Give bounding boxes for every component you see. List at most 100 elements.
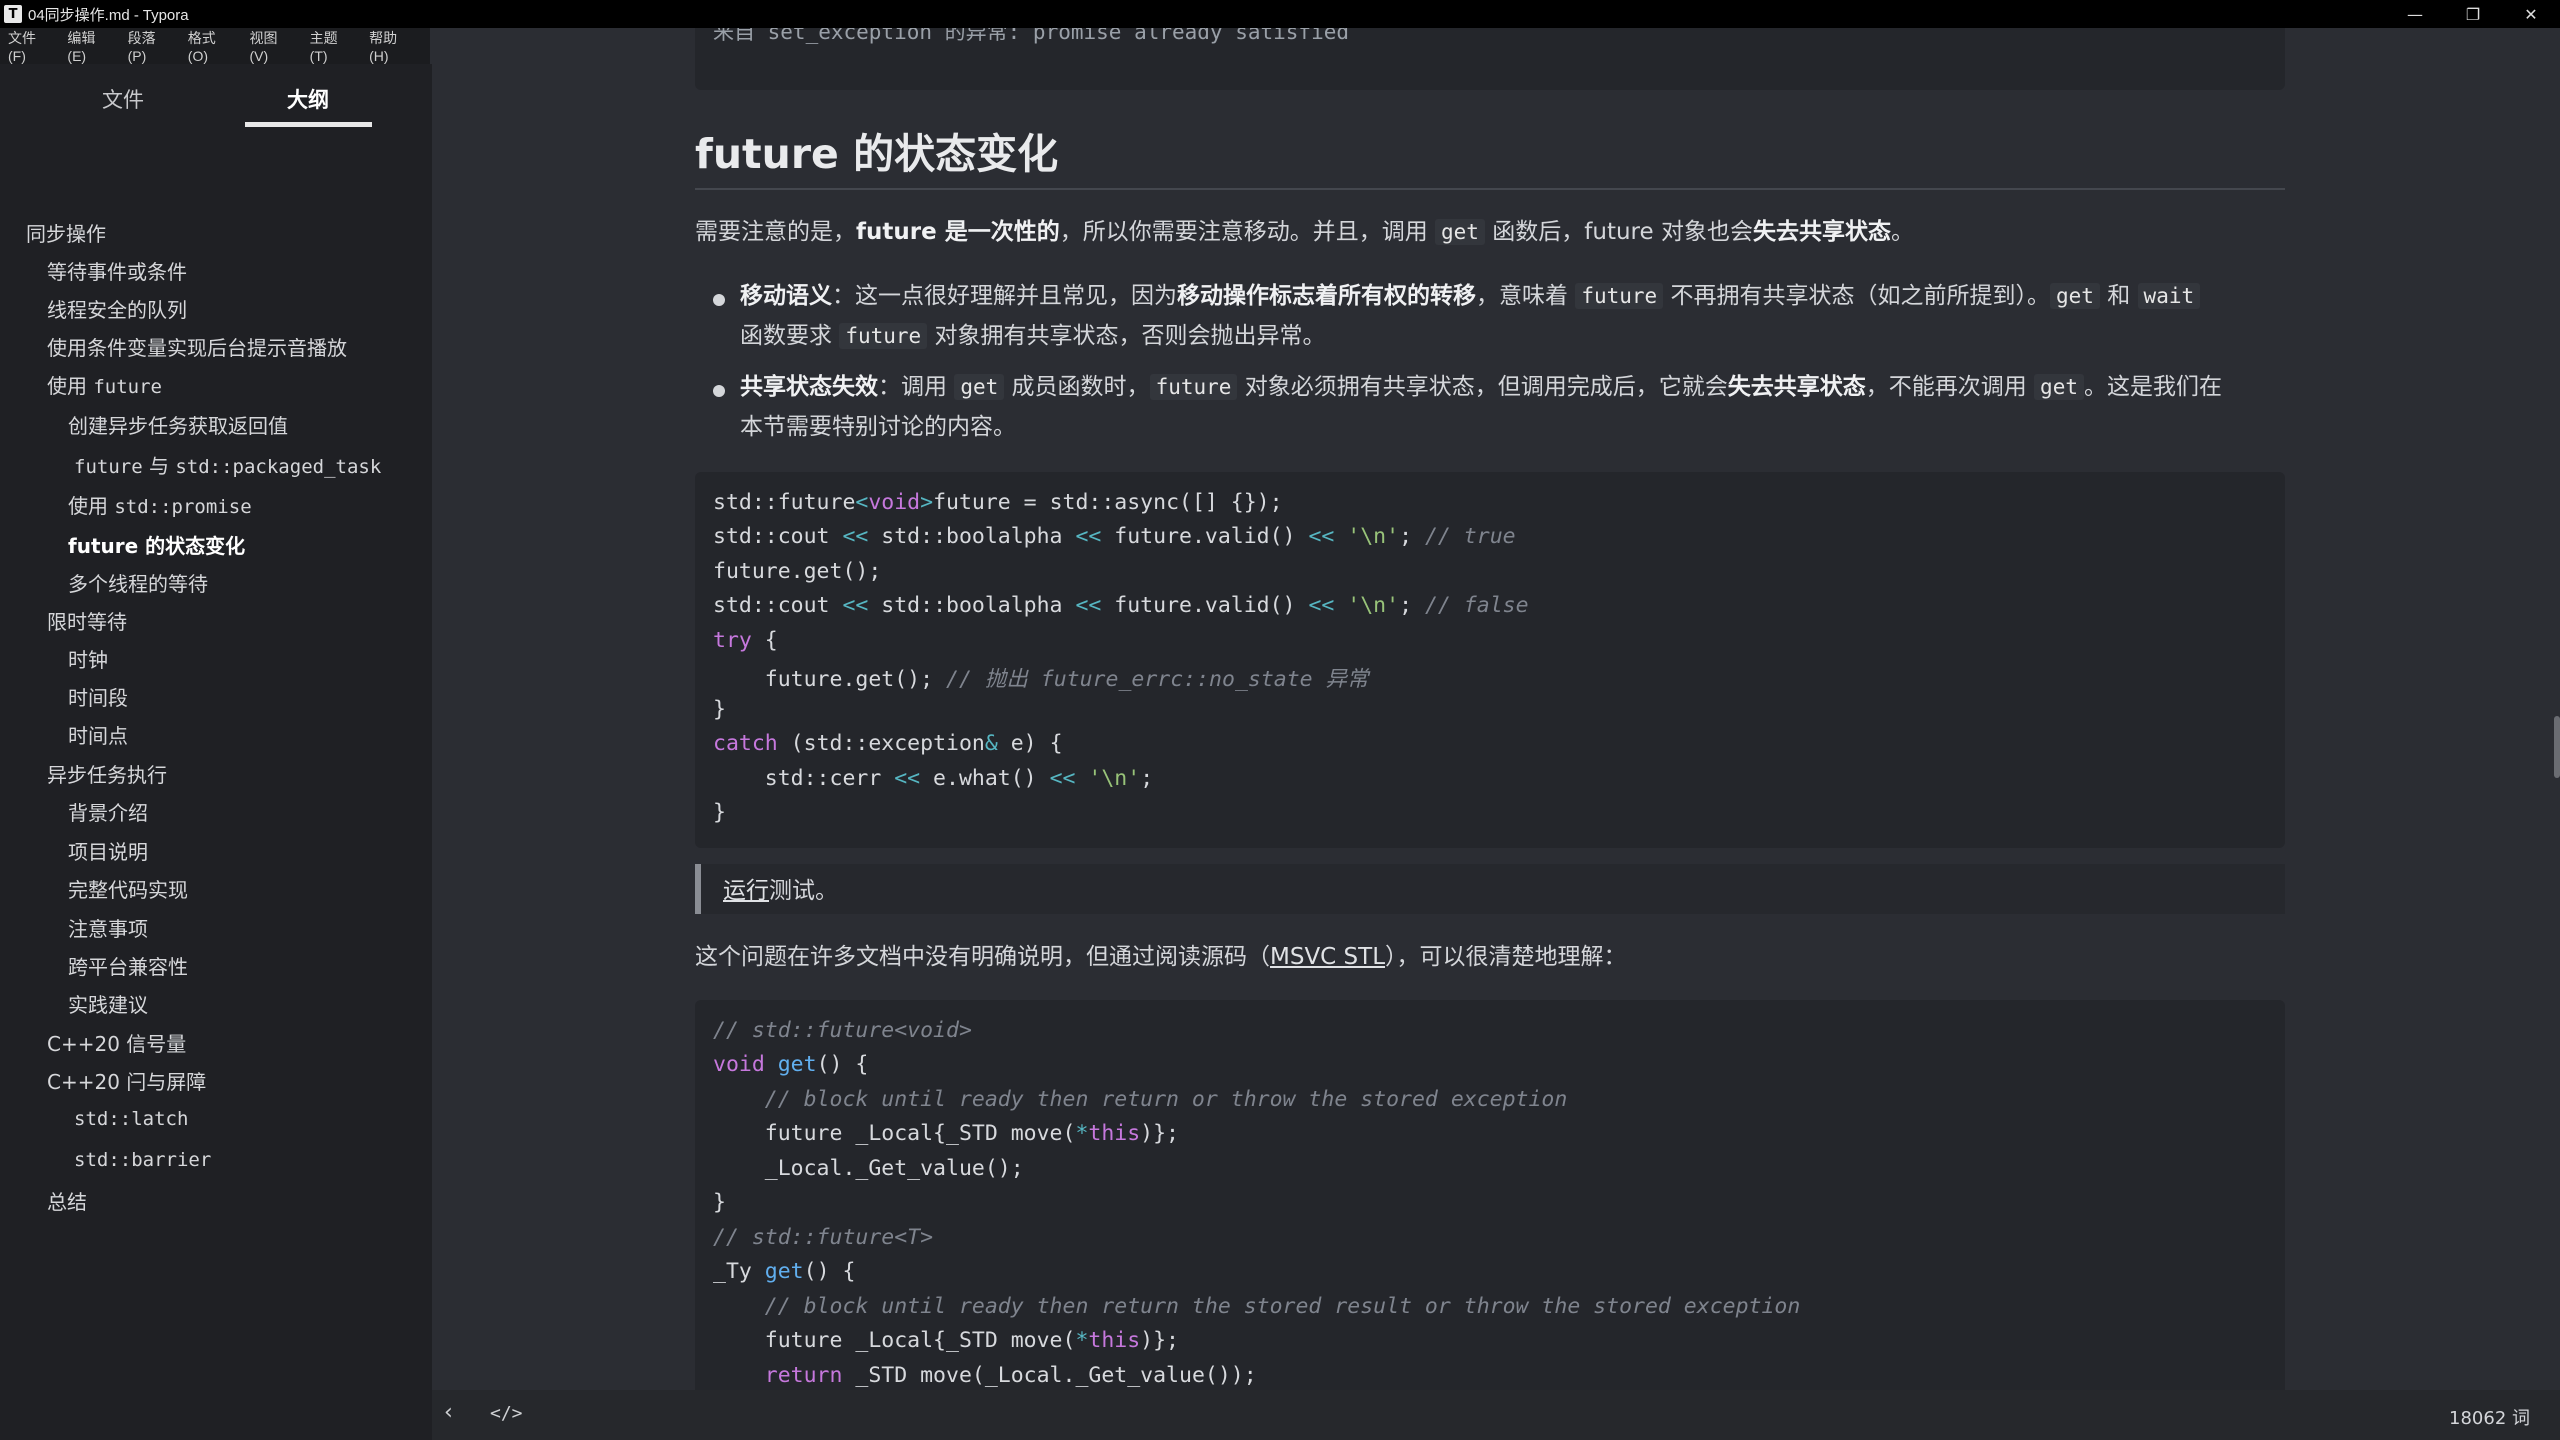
outline-item[interactable]: 等待事件或条件 [47, 256, 187, 285]
code-line: 来自 set_exception 的异常: promise already sa… [713, 28, 1350, 44]
bold-text: 移动语义 [740, 283, 832, 309]
list-item-continuation: 函数要求 future 对象拥有共享状态，否则会抛出异常。 [740, 316, 1325, 356]
list-item: 移动语义：这一点很好理解并且常见，因为移动操作标志着所有权的转移，意味着 fut… [740, 276, 2201, 316]
outline-item[interactable]: 跨平台兼容性 [68, 951, 188, 980]
intro-paragraph: 需要注意的是，future 是一次性的，所以你需要注意移动。并且，调用 get … [695, 212, 1914, 252]
code-line: void get() { [713, 1052, 869, 1077]
outline-item[interactable]: 注意事项 [68, 913, 148, 942]
menu-theme[interactable]: 主题(T) [310, 28, 354, 64]
scrollbar-thumb[interactable] [2554, 716, 2560, 778]
outline-item-label: 时钟 [68, 648, 108, 672]
outline-item[interactable]: 创建异步任务获取返回值 [68, 410, 288, 439]
tab-outline[interactable]: 大纲 [287, 84, 329, 114]
outline-item-code: future [93, 376, 162, 398]
inline-code: wait [2137, 283, 2201, 309]
menu-format[interactable]: 格式(O) [188, 28, 235, 64]
menu-view[interactable]: 视图(V) [249, 28, 294, 64]
menu-help[interactable]: 帮助(H) [369, 28, 415, 64]
code-line: _Ty get() { [713, 1259, 856, 1284]
outline-item[interactable]: future 与 std::packaged_task [74, 450, 381, 479]
menu-paragraph[interactable]: 段落(P) [128, 28, 173, 64]
code-line: future.get(); [713, 559, 882, 584]
editor-area[interactable]: 来自 set_exception 的异常: promise already sa… [432, 28, 2560, 1390]
inline-code: future [839, 323, 928, 349]
outline-item[interactable]: 项目说明 [68, 836, 148, 865]
outline-item-label: 使用条件变量实现后台提示音播放 [47, 336, 347, 360]
text: 。 [1890, 219, 1914, 245]
text: 对象必须拥有共享状态，但调用完成后，它就会 [1237, 374, 1728, 400]
bold-text: 失去共享状态 [1727, 374, 1866, 400]
word-count[interactable]: 18062 词 [2449, 1404, 2530, 1430]
outline-item-label: 实践建议 [68, 993, 148, 1017]
toggle-sidebar-icon[interactable]: ‹ [444, 1400, 453, 1425]
bold-text: 失去共享状态 [1752, 219, 1891, 245]
code-line: try { [713, 628, 778, 653]
code-line: catch (std::exception& e) { [713, 731, 1063, 756]
text: 这个问题在许多文档中没有明确说明，但通过阅读源码（ [695, 944, 1270, 970]
outline-item[interactable]: 时间段 [68, 682, 128, 711]
msvc-stl-link[interactable]: MSVC STL [1270, 944, 1385, 970]
text: 和 [2099, 283, 2138, 309]
outline-item-label: 异步任务执行 [47, 763, 167, 787]
outline-item-code: std::latch [74, 1108, 189, 1130]
blockquote: 运行测试。 [695, 864, 2285, 914]
previous-code-block[interactable]: 来自 set_exception 的异常: promise already sa… [695, 28, 2285, 90]
text: 成员函数时， [1004, 374, 1150, 400]
code-line: future _Local{_STD move(*this)}; [713, 1121, 1180, 1146]
outline-item-label: 总结 [47, 1190, 87, 1214]
source-mode-icon[interactable]: </> [490, 1403, 523, 1424]
blockquote-bar [695, 864, 701, 914]
inline-code: future [1149, 374, 1238, 400]
run-link[interactable]: 运行 [723, 878, 769, 904]
list-item: 共享状态失效：调用 get 成员函数时， future 对象必须拥有共享状态，但调… [740, 367, 2222, 407]
outline-item-label: 使用 [47, 374, 94, 398]
code-line: // std::future<void> [713, 1018, 972, 1043]
outline-item[interactable]: 完整代码实现 [68, 874, 188, 903]
menu-file[interactable]: 文件(F) [8, 28, 52, 64]
outline-item[interactable]: 使用 future [47, 370, 162, 399]
blockquote-text: 运行测试。 [723, 871, 838, 905]
code-block[interactable]: std::future<void>future = std::async([] … [695, 472, 2285, 848]
restore-button[interactable]: ❐ [2444, 0, 2502, 28]
outline-item-code: std::promise [114, 496, 252, 518]
outline-item[interactable]: 多个线程的等待 [68, 568, 208, 597]
inline-code: get [2034, 374, 2084, 400]
code-line: // block until ready then return the sto… [764, 1294, 1801, 1319]
outline-item-code: std::packaged_task [175, 456, 382, 478]
outline-item[interactable]: 时钟 [68, 644, 108, 673]
outline-item[interactable]: C++20 信号量 [47, 1028, 186, 1057]
outline-item[interactable]: std::barrier [74, 1147, 211, 1171]
outline-item[interactable]: 背景介绍 [68, 797, 148, 826]
outline-item[interactable]: 同步操作 [26, 218, 106, 247]
tab-files[interactable]: 文件 [102, 84, 144, 114]
outline-item-label: 与 [142, 454, 176, 478]
outline-item[interactable]: std::latch [74, 1106, 188, 1130]
code-line: // std::future<T> [713, 1225, 934, 1250]
section-heading: future 的状态变化 [695, 130, 1059, 178]
outline-item[interactable]: 时间点 [68, 720, 128, 749]
list-item-continuation: 本节需要特别讨论的内容。 [740, 407, 1016, 447]
sidebar: 文件 大纲 同步操作 等待事件或条件 线程安全的队列 使用条件变量实现后台提示音… [0, 64, 432, 1440]
code-line: // block until ready then return or thro… [764, 1087, 1568, 1112]
code-block[interactable]: // std::future<void> void get() { // blo… [695, 1000, 2285, 1390]
inline-code: get [2049, 283, 2100, 309]
heading-underline [695, 188, 2285, 190]
outline-item[interactable]: 总结 [47, 1186, 87, 1215]
code-line: return _STD move(_Local._Get_value()); [764, 1363, 1257, 1388]
menu-edit[interactable]: 编辑(E) [67, 28, 112, 64]
outline-item[interactable]: 实践建议 [68, 989, 148, 1018]
outline-item[interactable]: 限时等待 [47, 606, 127, 635]
outline-item-active[interactable]: future 的状态变化 [68, 530, 245, 559]
outline-item[interactable]: 使用条件变量实现后台提示音播放 [47, 332, 347, 361]
minimize-button[interactable]: — [2386, 0, 2444, 28]
text: 需要注意的是， [695, 219, 856, 245]
text: 测试。 [769, 878, 838, 904]
close-button[interactable]: ✕ [2502, 0, 2560, 28]
outline-item-code: future [74, 456, 143, 478]
outline-item[interactable]: 异步任务执行 [47, 759, 167, 788]
outline-item-label: 注意事项 [68, 917, 148, 941]
outline-item[interactable]: 线程安全的队列 [47, 294, 187, 323]
outline-item[interactable]: C++20 闩与屏障 [47, 1066, 206, 1095]
outline-item-label: 使用 [68, 494, 115, 518]
outline-item[interactable]: 使用 std::promise [68, 490, 252, 519]
